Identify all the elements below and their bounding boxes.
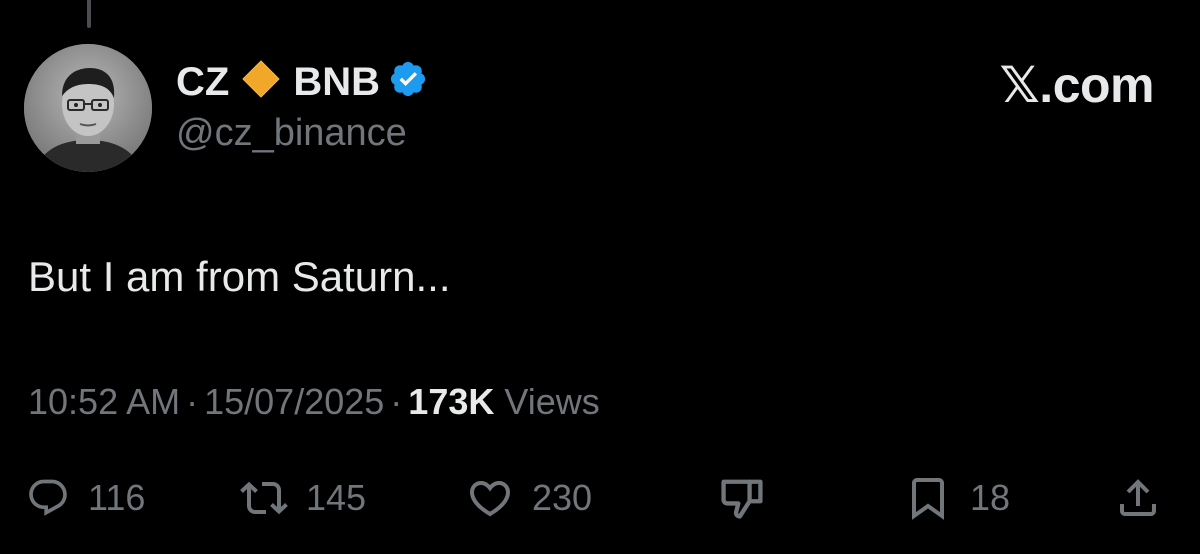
post-actions-bar: 116 145 230 18 xyxy=(0,470,1200,526)
dislike-button[interactable] xyxy=(716,470,768,526)
meta-separator: · xyxy=(390,381,403,422)
author-display-name[interactable]: CZ BNB xyxy=(176,59,428,106)
author-name-first: CZ xyxy=(176,60,230,104)
meta-separator: · xyxy=(186,381,199,422)
thread-connector-line xyxy=(87,0,91,28)
x-com-logo: 𝕏.com xyxy=(999,57,1155,113)
dislike-icon xyxy=(716,472,768,524)
share-icon xyxy=(1114,474,1162,522)
author-name-second: BNB xyxy=(293,60,380,104)
verified-badge-icon xyxy=(388,59,428,106)
bookmark-icon xyxy=(904,474,952,522)
diamond-icon xyxy=(241,59,281,106)
share-button[interactable] xyxy=(1114,470,1162,526)
post-text: But I am from Saturn... xyxy=(28,253,451,300)
post-time[interactable]: 10:52 AM xyxy=(28,381,180,422)
like-button[interactable]: 230 xyxy=(466,470,592,526)
repost-button[interactable]: 145 xyxy=(240,470,366,526)
avatar[interactable] xyxy=(24,44,152,172)
repost-count: 145 xyxy=(306,477,367,518)
reply-button[interactable]: 116 xyxy=(26,470,145,526)
avatar-image xyxy=(24,44,152,172)
author-name-row[interactable]: CZ BNB xyxy=(176,56,428,108)
views-label: Views xyxy=(504,381,600,422)
like-icon xyxy=(466,474,514,522)
post-date[interactable]: 15/07/2025 xyxy=(204,381,384,422)
reply-icon xyxy=(26,476,70,520)
views-count: 173K xyxy=(408,381,495,422)
author-handle[interactable]: @cz_binance xyxy=(176,114,407,152)
bookmark-count: 18 xyxy=(970,477,1011,518)
bookmark-button[interactable]: 18 xyxy=(904,470,1010,526)
like-count: 230 xyxy=(532,477,593,518)
post-meta: 10:52 AM · 15/07/2025 · 173K Views xyxy=(28,384,600,420)
repost-icon xyxy=(240,474,288,522)
reply-count: 116 xyxy=(88,477,146,518)
